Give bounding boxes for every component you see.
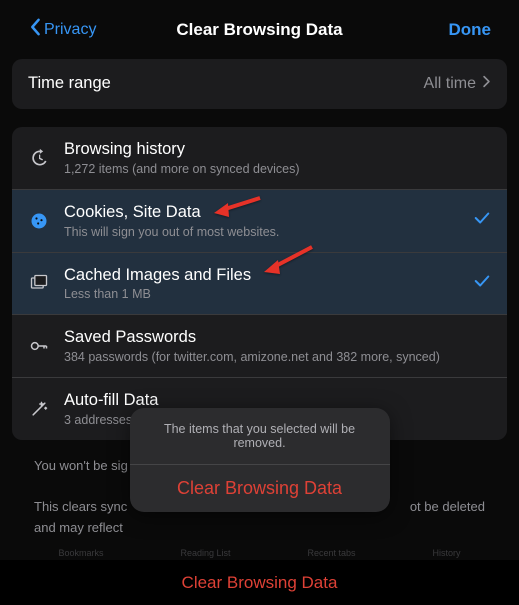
images-icon [28, 272, 50, 294]
back-label: Privacy [44, 21, 96, 39]
annotation-arrow [212, 195, 262, 228]
page-title: Clear Browsing Data [176, 20, 342, 40]
passwords-row[interactable]: Saved Passwords 384 passwords (for twitt… [12, 314, 507, 377]
confirm-popover: The items that you selected will be remo… [130, 408, 390, 512]
history-sub: 1,272 items (and more on synced devices) [64, 162, 491, 176]
info-text-3: and may reflect [12, 520, 507, 535]
cached-sub: Less than 1 MB [64, 287, 459, 301]
tab-bookmarks[interactable]: Bookmarks [58, 548, 103, 558]
annotation-arrow [260, 244, 316, 285]
popover-clear-button[interactable]: Clear Browsing Data [130, 465, 390, 512]
cookie-icon [28, 210, 50, 232]
history-title: Browsing history [64, 140, 491, 160]
passwords-sub: 384 passwords (for twitter.com, amizone.… [64, 350, 491, 364]
time-range-section: Time range All time [12, 59, 507, 109]
tab-history[interactable]: History [432, 548, 460, 558]
history-icon [28, 147, 50, 169]
time-range-row[interactable]: Time range All time [12, 59, 507, 109]
back-button[interactable]: Privacy [28, 18, 96, 41]
checkmark-icon [473, 272, 491, 295]
time-range-label: Time range [28, 74, 111, 94]
checkmark-icon [473, 209, 491, 232]
key-icon [28, 335, 50, 357]
popover-message: The items that you selected will be remo… [130, 408, 390, 465]
time-range-value: All time [424, 75, 476, 93]
passwords-title: Saved Passwords [64, 328, 491, 348]
navbar: Privacy Clear Browsing Data Done [12, 18, 507, 59]
chevron-left-icon [28, 18, 42, 41]
tab-bar: Bookmarks Reading List Recent tabs Histo… [0, 548, 519, 558]
done-button[interactable]: Done [449, 20, 492, 40]
clear-browsing-data-button[interactable]: Clear Browsing Data [12, 561, 507, 605]
browsing-history-row[interactable]: Browsing history 1,272 items (and more o… [12, 127, 507, 189]
tab-recent-tabs[interactable]: Recent tabs [307, 548, 355, 558]
wand-icon [28, 398, 50, 420]
tab-reading-list[interactable]: Reading List [180, 548, 230, 558]
chevron-right-icon [482, 75, 491, 93]
